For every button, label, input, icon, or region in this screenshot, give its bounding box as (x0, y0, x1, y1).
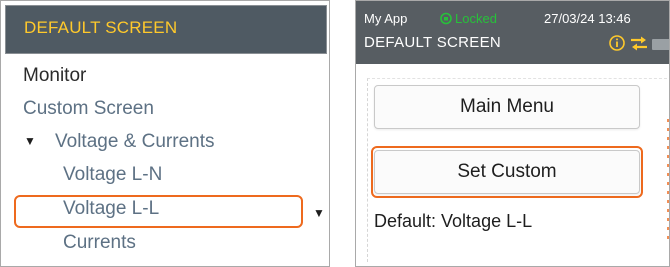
tree-item-currents[interactable]: Currents (63, 232, 136, 254)
battery-icon (652, 39, 669, 50)
panel-header: DEFAULT SCREEN (5, 5, 327, 54)
edge-indicator (667, 119, 669, 239)
lock-status: Locked (440, 11, 497, 26)
tree-item-voltage-currents[interactable]: Voltage & Currents (55, 131, 214, 153)
set-custom-button[interactable]: Set Custom (374, 150, 640, 194)
tree-item-voltage-ln[interactable]: Voltage L-N (63, 164, 162, 186)
swap-arrows-icon[interactable] (630, 36, 648, 51)
datetime: 27/03/24 13:46 (544, 11, 631, 26)
panel-title: DEFAULT SCREEN (24, 18, 178, 37)
main-menu-button[interactable]: Main Menu (374, 85, 640, 129)
app-name: My App (364, 11, 408, 26)
expanded-caret-icon[interactable]: ▼ (24, 134, 36, 148)
default-screen-label: Default: Voltage L-L (374, 211, 533, 231)
selection-highlight (14, 195, 303, 228)
info-icon[interactable] (609, 35, 625, 51)
lock-icon (440, 12, 452, 25)
tree-item-custom-screen[interactable]: Custom Screen (23, 98, 154, 120)
dropdown-arrow-icon[interactable]: ▼ (313, 206, 325, 220)
default-screen-selector-panel: DEFAULT SCREEN Monitor Custom Screen ▼ V… (0, 0, 330, 267)
device-screen: My App Locked 27/03/24 13:46 DEFAULT SCR… (355, 0, 670, 267)
tree-item-monitor[interactable]: Monitor (23, 65, 86, 87)
lock-status-label: Locked (455, 11, 497, 26)
status-bar: My App Locked 27/03/24 13:46 DEFAULT SCR… (356, 1, 669, 64)
screen-title: DEFAULT SCREEN (364, 34, 502, 51)
